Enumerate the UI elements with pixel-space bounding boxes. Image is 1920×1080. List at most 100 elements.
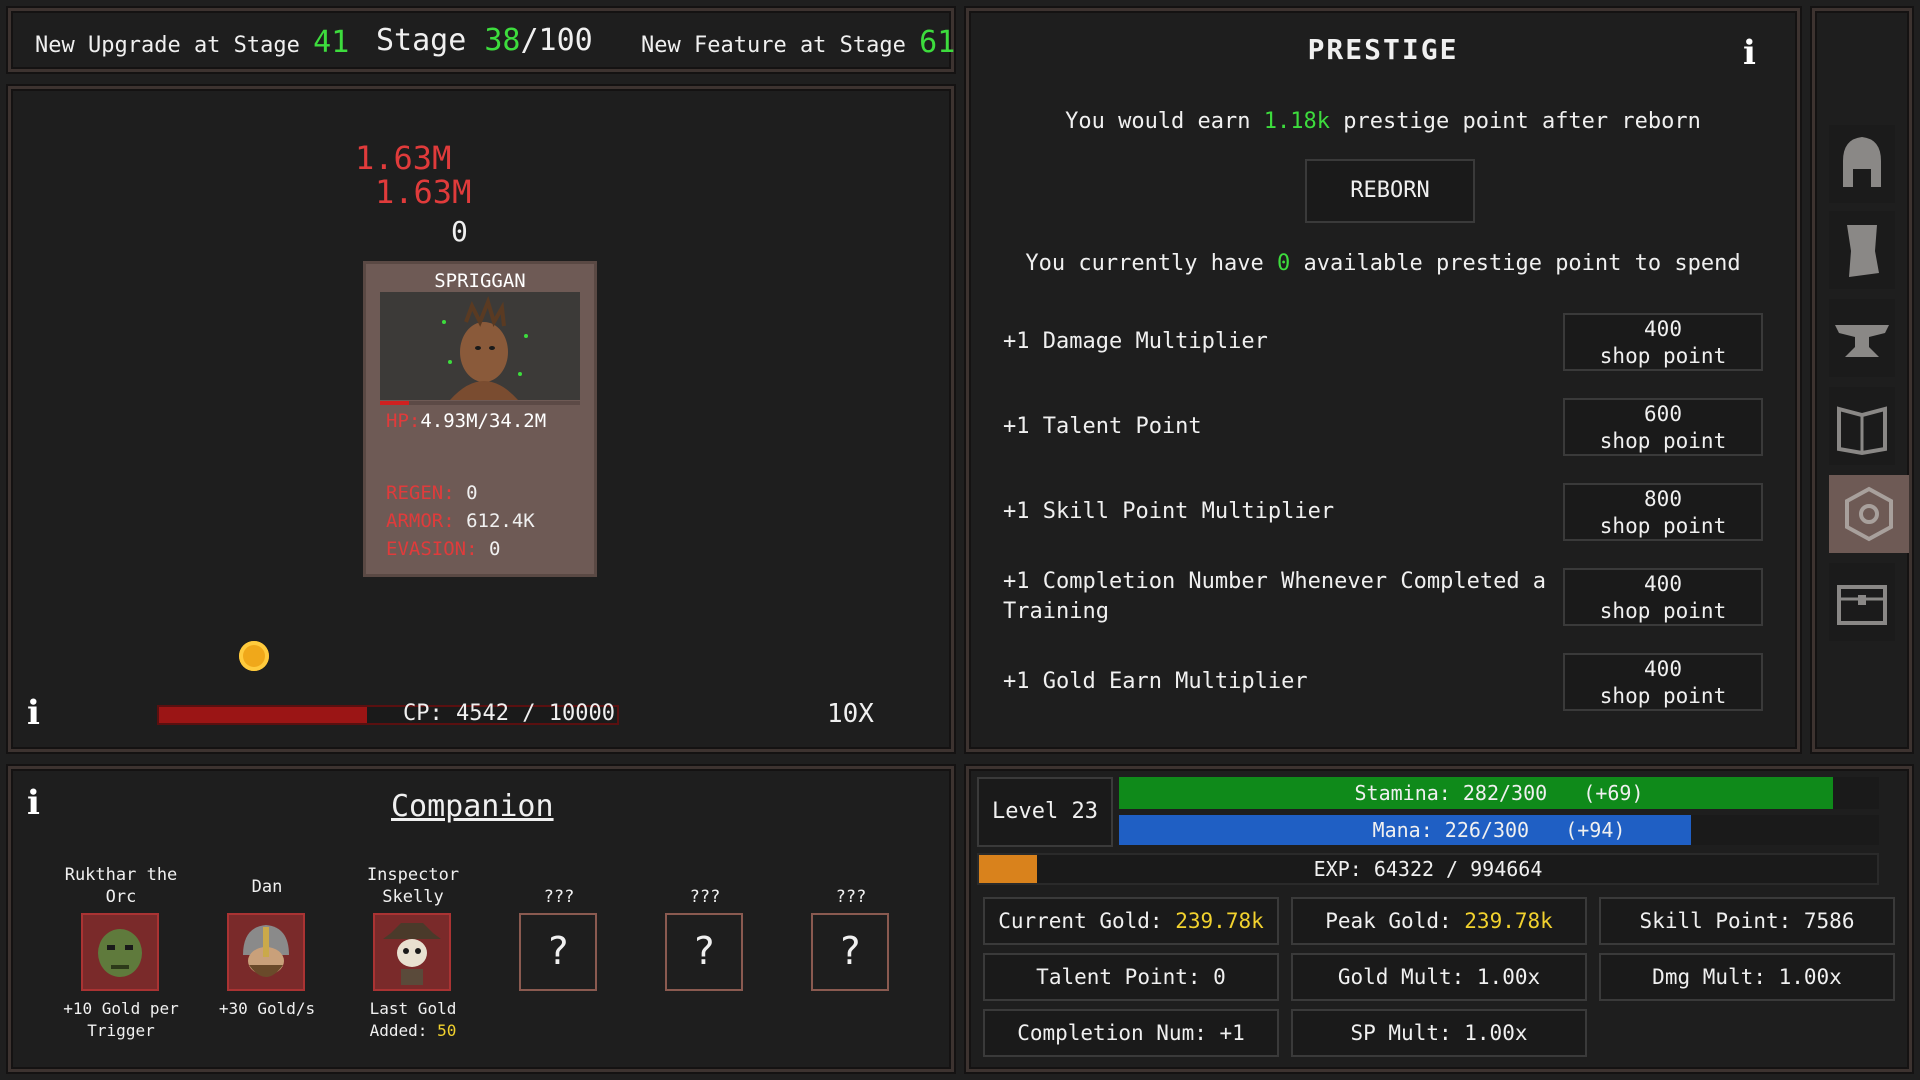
skill-point-stat: Skill Point: 7586 [1599,897,1895,945]
spiral-icon[interactable] [1829,475,1909,553]
companion-slot-locked[interactable]: ??? ? [635,865,775,1045]
sp-mult-stat: SP Mult: 1.00x [1291,1009,1587,1057]
stage-progress: Stage 38/100 [376,23,593,58]
anvil-icon[interactable] [1829,299,1895,377]
prestige-item-label: +1 Skill Point Multiplier [1003,499,1335,524]
cost-unit: shop point [1599,429,1727,453]
companion-desc: +10 Gold per [63,999,179,1018]
stage-current: 38 [484,23,521,58]
prestige-info-icon[interactable]: i [1743,33,1756,73]
gold-coin-icon[interactable] [239,641,269,671]
stage-total: /100 [520,23,593,58]
next-feature-info: New Feature at Stage 61 [641,25,955,60]
peak-gold-value: 239.78k [1464,909,1553,933]
cost-unit: shop point [1599,514,1727,538]
companion-info-icon[interactable]: i [27,783,40,823]
companion-name: Inspector [366,865,460,885]
upgrade-label: New Upgrade at Stage [35,33,300,58]
stamina-text: Stamina: 282/300 (+69) [1119,781,1879,805]
mana-text: Mana: 226/300 (+94) [1119,818,1879,842]
companion-name-line2: Skelly [382,887,444,907]
reborn-button[interactable]: REBORN [1305,159,1475,223]
buy-gold-earn-multiplier-button[interactable]: 400 shop point [1563,653,1763,711]
companion-desc-line2: Trigger [87,1021,155,1040]
peak-gold-label: Peak Gold: [1325,909,1452,933]
enemy-regen: REGEN: 0 [386,482,478,504]
companion-slot-locked[interactable]: ??? ? [489,865,629,1045]
helmet-icon[interactable] [1829,125,1895,203]
enemy-hp-bar [380,401,580,405]
companion-name: ??? [543,887,575,907]
current-gold-value: 239.78k [1175,909,1264,933]
earn-value: 1.18k [1263,109,1331,134]
stage-label: Stage [376,23,467,58]
stamina-bonus: (+69) [1583,781,1644,805]
level-display: Level 23 [977,777,1113,847]
stage-bar: New Upgrade at Stage 41 Stage 38/100 New… [8,8,955,72]
mana-value: Mana: 226/300 [1372,818,1530,842]
last-gold-value: 50 [437,1021,457,1040]
next-upgrade-info: New Upgrade at Stage 41 [35,25,349,60]
cp-label: CP: [403,701,443,726]
speed-multiplier-button[interactable]: 10X [827,699,874,729]
companion-slot[interactable]: Dan +30 Gold/s [197,865,337,1045]
have-value: 0 [1277,251,1291,276]
battle-panel: 1.63M 1.63M 0 SPRIGGAN HP:4.93M/34.2M RE… [8,86,954,752]
prestige-panel: PRESTIGE i You would earn 1.18k prestige… [966,8,1800,752]
have-prefix: You currently have [1025,251,1264,276]
earn-prefix: You would earn [1065,109,1251,134]
cost-unit: shop point [1599,599,1727,623]
cp-value: 4542 / 10000 [456,701,615,726]
scroll-icon[interactable] [1829,211,1895,289]
prestige-item-label: +1 Gold Earn Multiplier [1003,669,1308,694]
cost-value: 600 [1644,402,1682,426]
book-icon[interactable] [1829,387,1895,465]
companion-desc: Last Gold [369,999,457,1018]
dmg-mult-stat: Dmg Mult: 1.00x [1599,953,1895,1001]
talent-point-stat: Talent Point: 0 [983,953,1279,1001]
spriggan-sprite [442,295,528,400]
stamina-value: Stamina: 282/300 [1354,781,1548,805]
prestige-available-text: You currently have 0 available prestige … [969,251,1797,276]
companion-name: Dan [251,877,283,897]
enemy-regen-value: 0 [466,482,478,504]
buy-talent-point-button[interactable]: 600 shop point [1563,398,1763,456]
enemy-regen-label: REGEN: [386,482,455,504]
enemy-hp-value: 4.93M/34.2M [420,410,547,432]
companion-name: Rukthar the [64,865,178,885]
damage-number: 1.63M [355,139,452,177]
enemy-card[interactable]: SPRIGGAN HP:4.93M/34.2M REGEN: 0 ARMOR: … [363,261,597,577]
gold-mult-stat: Gold Mult: 1.00x [1291,953,1587,1001]
companion-title: Companion [391,789,554,824]
orc-portrait-icon [81,913,159,991]
prestige-item-label-line2: Training [1003,599,1109,624]
completion-num-stat: Completion Num: +1 [983,1009,1279,1057]
question-mark-icon: ? [665,913,743,991]
buy-skill-point-multiplier-button[interactable]: 800 shop point [1563,483,1763,541]
companion-desc: +30 Gold/s [218,999,316,1018]
stats-panel: Level 23 Stamina: 282/300 (+69) Mana: 22… [966,766,1912,1072]
have-suffix: available prestige point to spend [1303,251,1741,276]
current-gold-stat: Current Gold: 239.78k [983,897,1279,945]
companion-slot-locked[interactable]: ??? ? [781,865,921,1045]
companion-desc-line2: Added: 50 [343,1021,483,1040]
prestige-item-label: +1 Completion Number Whenever Completed … [1003,569,1547,594]
menu-sidebar [1812,8,1912,752]
companion-slot[interactable]: Rukthar the Orc +10 Gold per Trigger [51,865,191,1045]
current-gold-label: Current Gold: [998,909,1163,933]
enemy-hp: HP:4.93M/34.2M [386,410,546,432]
companion-name: ??? [835,887,867,907]
last-gold-label: Added: [369,1021,428,1040]
enemy-armor-value: 612.4K [466,510,535,532]
companion-slot[interactable]: Inspector Skelly Last Gold Added: 50 [343,865,483,1045]
mana-bonus: (+94) [1565,818,1626,842]
battle-info-icon[interactable]: i [27,693,40,733]
buy-completion-number-button[interactable]: 400 shop point [1563,568,1763,626]
peak-gold-stat: Peak Gold: 239.78k [1291,897,1587,945]
enemy-evasion-value: 0 [488,538,501,560]
enemy-armor-label: ARMOR: [386,510,455,532]
cost-value: 400 [1644,317,1682,341]
enemy-evasion-label: EVASION: [386,538,478,560]
buy-damage-multiplier-button[interactable]: 400 shop point [1563,313,1763,371]
chest-icon[interactable] [1829,563,1895,641]
